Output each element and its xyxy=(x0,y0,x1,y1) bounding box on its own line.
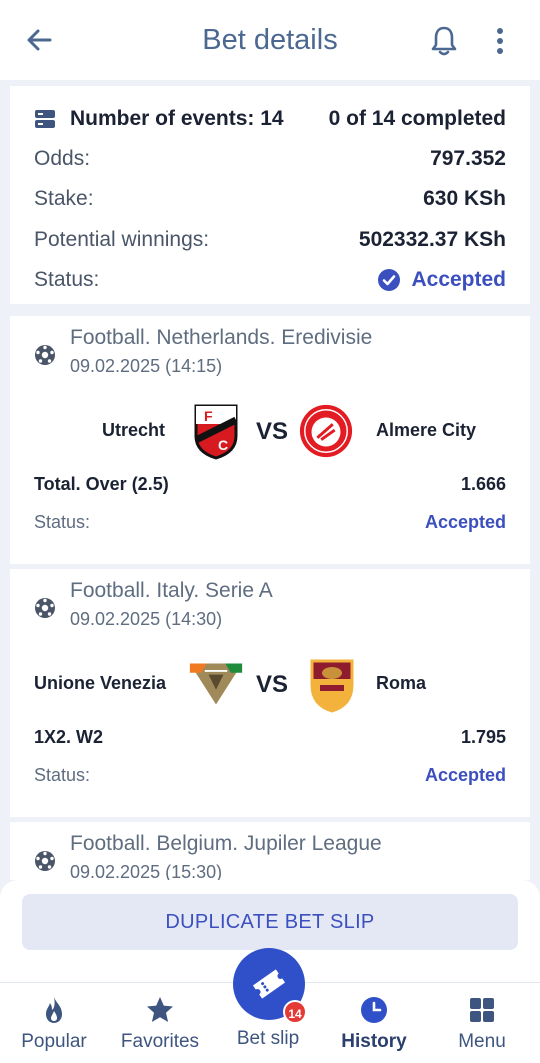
status-label: Status: xyxy=(34,268,100,291)
event-status-label: Status: xyxy=(34,765,91,785)
odds-value: 797.352 xyxy=(430,147,506,170)
event-card[interactable]: Football. Netherlands. Eredivisie 09.02.… xyxy=(10,316,530,564)
bet-slip-count-badge: 14 xyxy=(283,1000,307,1024)
event-header: Football. Italy. Serie A 09.02.2025 (14:… xyxy=(34,579,273,630)
venezia-logo-icon xyxy=(189,663,243,705)
market-odds: 1.795 xyxy=(460,727,506,747)
grid-menu-icon xyxy=(470,998,494,1022)
event-status-row: Status: Accepted xyxy=(34,765,506,786)
market-name: 1X2. W2 xyxy=(34,727,104,747)
check-circle-icon xyxy=(378,269,401,291)
stake-label: Stake: xyxy=(34,187,94,210)
flame-icon xyxy=(46,997,62,1023)
home-team: Utrecht xyxy=(102,420,166,440)
nav-favorites[interactable]: Favorites xyxy=(110,995,210,1053)
status-row: Status: Accepted xyxy=(34,265,506,295)
market-row: 1X2. W2 1.795 xyxy=(34,727,506,748)
football-icon xyxy=(35,345,55,365)
nav-betslip-label: Bet slip xyxy=(236,1028,300,1049)
top-bar: Bet details xyxy=(0,0,540,80)
svg-text:C: C xyxy=(218,437,228,453)
event-card[interactable]: Football. Italy. Serie A 09.02.2025 (14:… xyxy=(10,569,530,817)
bet-summary-card: Number of events: 14 0 of 14 completed O… xyxy=(10,86,530,304)
nav-menu-label: Menu xyxy=(458,1031,506,1052)
roma-logo-icon xyxy=(310,659,354,713)
almere-city-logo-icon xyxy=(299,404,353,458)
events-list-icon xyxy=(35,110,55,128)
league-name: Football. Netherlands. Eredivisie xyxy=(70,326,373,349)
event-date: 09.02.2025 (14:30) xyxy=(70,609,223,629)
star-icon xyxy=(147,997,173,1022)
event-card[interactable]: Football. Belgium. Jupiler League 09.02.… xyxy=(10,822,530,880)
away-team: Roma xyxy=(376,673,427,693)
match-teams: Utrecht F C VS Almere City xyxy=(10,398,530,462)
event-date: 09.02.2025 (15:30) xyxy=(70,862,223,880)
winnings-value: 502332.37 KSh xyxy=(358,228,506,251)
versus-label: VS xyxy=(256,671,289,698)
completed-count: 0 of 14 completed xyxy=(328,107,506,130)
nav-popular[interactable]: Popular xyxy=(4,995,104,1053)
league-name: Football. Belgium. Jupiler League xyxy=(70,832,382,855)
nav-favorites-label: Favorites xyxy=(120,1031,200,1052)
market-name: Total. Over (2.5) xyxy=(34,474,169,494)
event-header: Football. Netherlands. Eredivisie 09.02.… xyxy=(34,326,372,377)
event-header: Football. Belgium. Jupiler League 09.02.… xyxy=(34,832,382,880)
svg-text:F: F xyxy=(204,408,213,424)
match-teams: Unione Venezia VS Roma xyxy=(10,651,530,715)
market-row: Total. Over (2.5) 1.666 xyxy=(34,474,506,495)
event-date: 09.02.2025 (14:15) xyxy=(70,356,223,376)
nav-history[interactable]: History xyxy=(324,995,424,1053)
stake-row: Stake: 630 KSh xyxy=(34,184,506,214)
duplicate-bet-slip-button[interactable]: DUPLICATE BET SLIP xyxy=(22,894,518,950)
bell-icon[interactable] xyxy=(428,24,460,58)
home-team: Unione Venezia xyxy=(34,673,167,693)
event-status-label: Status: xyxy=(34,512,91,532)
events-count: Number of events: 14 xyxy=(70,107,284,130)
versus-label: VS xyxy=(256,418,289,445)
nav-popular-label: Popular xyxy=(21,1031,87,1052)
stake-value: 630 KSh xyxy=(423,187,506,210)
utrecht-logo-icon: F C xyxy=(194,404,238,460)
event-status-value: Accepted xyxy=(424,512,506,532)
winnings-row: Potential winnings: 502332.37 KSh xyxy=(34,225,506,255)
bet-details-list[interactable]: Number of events: 14 0 of 14 completed O… xyxy=(0,80,540,880)
odds-label: Odds: xyxy=(34,147,91,170)
more-options-icon[interactable] xyxy=(490,26,510,56)
status-value: Accepted xyxy=(411,268,506,291)
nav-history-label: History xyxy=(341,1031,407,1052)
away-team: Almere City xyxy=(376,420,477,440)
football-icon xyxy=(35,851,55,871)
nav-menu[interactable]: Menu xyxy=(432,995,532,1053)
ticket-icon xyxy=(252,969,286,999)
clock-icon xyxy=(361,997,387,1023)
market-odds: 1.666 xyxy=(460,474,506,494)
event-status-row: Status: Accepted xyxy=(34,512,506,533)
events-row: Number of events: 14 0 of 14 completed xyxy=(34,104,506,134)
odds-row: Odds: 797.352 xyxy=(34,144,506,174)
league-name: Football. Italy. Serie A xyxy=(70,579,273,602)
event-status-value: Accepted xyxy=(424,765,506,785)
winnings-label: Potential winnings: xyxy=(34,228,210,251)
football-icon xyxy=(35,598,55,618)
